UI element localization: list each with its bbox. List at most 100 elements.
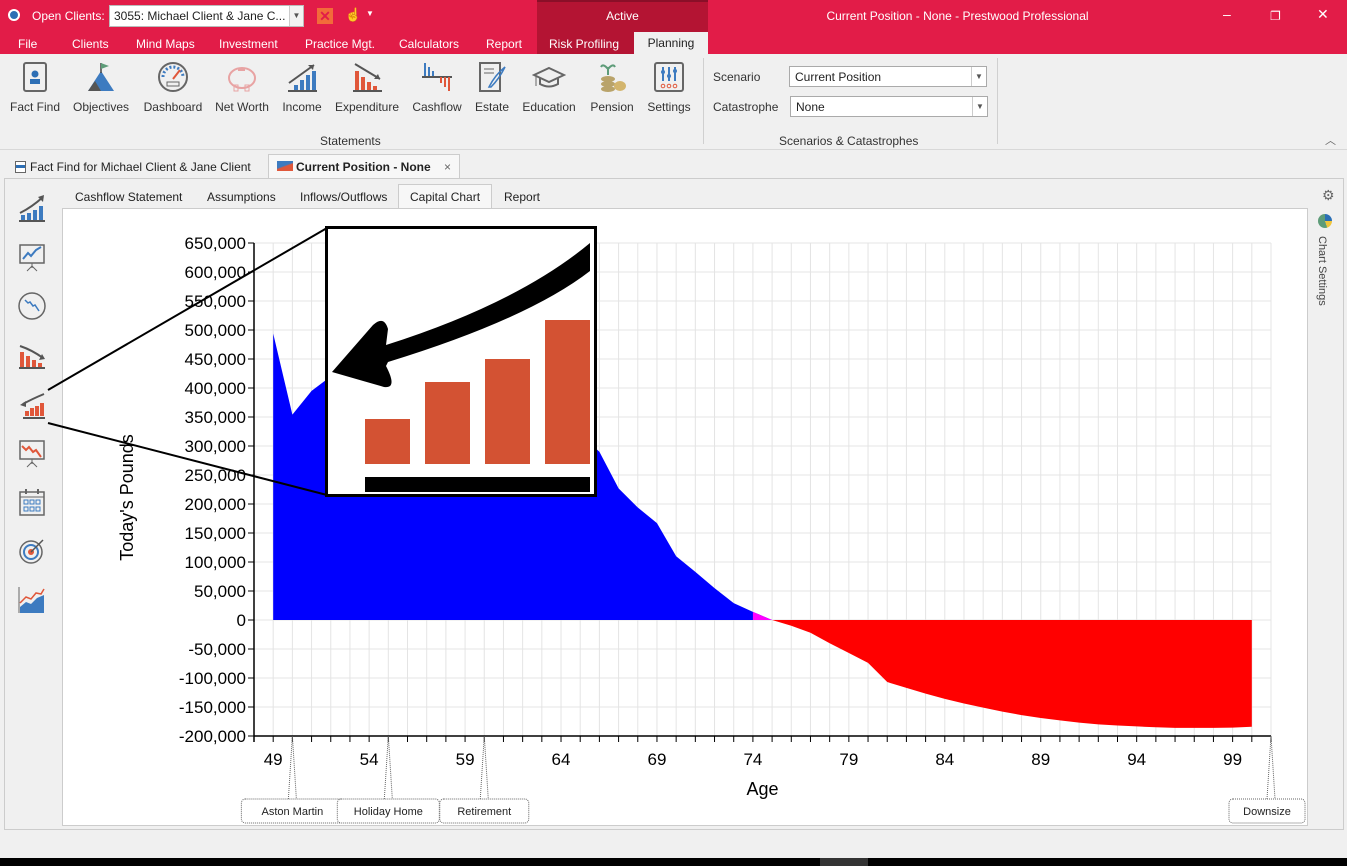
presentation-growth-icon[interactable]: [14, 239, 50, 275]
x-tick-label: 54: [360, 750, 379, 769]
chevron-down-icon[interactable]: ▼: [971, 67, 986, 86]
education-button[interactable]: Education: [518, 58, 580, 114]
no-trend-circle-icon[interactable]: [14, 288, 50, 324]
annotation-label: Downsize: [1243, 806, 1291, 818]
y-tick-label: 50,000: [194, 582, 246, 601]
active-context-label: Active: [537, 0, 708, 32]
annotation-label: Holiday Home: [354, 806, 423, 818]
income-chart-icon: [288, 64, 317, 92]
scenario-select[interactable]: Current Position ▼: [789, 66, 987, 87]
y-tick-label: 100,000: [185, 553, 246, 572]
estate-button[interactable]: Estate: [472, 58, 512, 114]
presentation-decline-icon[interactable]: [14, 435, 50, 471]
capital-chart-back-arrow-icon[interactable]: [14, 386, 50, 422]
menu-mind-maps[interactable]: Mind Maps: [136, 37, 195, 51]
catastrophe-value: None: [796, 100, 825, 114]
menu-calculators[interactable]: Calculators: [399, 37, 459, 51]
coins-plant-icon: [600, 64, 626, 92]
transition-area: [752, 611, 773, 620]
net-worth-label: Net Worth: [215, 100, 269, 114]
menu-planning[interactable]: Planning: [634, 32, 708, 54]
tab-fact-find[interactable]: Fact Find for Michael Client & Jane Clie…: [6, 154, 260, 179]
app-logo-icon: [8, 9, 20, 21]
menu-file[interactable]: File: [18, 37, 37, 51]
x-tick-label: 79: [839, 750, 858, 769]
speedometer-icon: [158, 62, 188, 92]
y-tick-label: 300,000: [185, 437, 246, 456]
tab-current-position[interactable]: Current Position - None ×: [268, 154, 461, 179]
pension-button[interactable]: Pension: [586, 58, 638, 114]
expenditure-button[interactable]: Expenditure: [334, 58, 400, 114]
y-tick-label: 200,000: [185, 495, 246, 514]
piggy-bank-icon: [228, 67, 256, 92]
x-tick-label: 84: [935, 750, 954, 769]
chevron-down-icon[interactable]: ▼: [366, 9, 374, 18]
y-tick-label: 400,000: [185, 379, 246, 398]
income-button[interactable]: Income: [278, 58, 326, 114]
chevron-down-icon[interactable]: ▼: [289, 6, 303, 26]
dashboard-button[interactable]: Dashboard: [140, 58, 206, 114]
y-tick-label: 650,000: [185, 234, 246, 253]
growth-chart-icon[interactable]: [14, 190, 50, 226]
calendar-grid-icon[interactable]: [14, 484, 50, 520]
subtab-assumptions[interactable]: Assumptions: [195, 184, 288, 208]
x-tick-label: 64: [552, 750, 571, 769]
target-icon[interactable]: [14, 533, 50, 569]
menu-clients[interactable]: Clients: [72, 37, 109, 51]
chart-settings-toggle[interactable]: Chart Settings: [1316, 236, 1328, 306]
pie-chart-icon[interactable]: [1318, 214, 1332, 228]
minimize-button[interactable]: –: [1223, 6, 1231, 22]
close-window-button[interactable]: ✕: [1317, 6, 1329, 23]
cashflow-button[interactable]: Cashflow: [408, 58, 466, 114]
declining-bars-icon[interactable]: [14, 337, 50, 373]
scenario-label: Scenario: [713, 70, 761, 84]
catastrophe-select[interactable]: None ▼: [790, 96, 988, 117]
y-axis-title: Today's Pounds: [117, 434, 137, 561]
subtab-report[interactable]: Report: [492, 184, 552, 208]
title-bar: Open Clients: 3055: Michael Client & Jan…: [0, 0, 1347, 32]
estate-label: Estate: [474, 100, 510, 114]
x-tick-label: 94: [1127, 750, 1146, 769]
close-client-icon[interactable]: ✕: [317, 8, 333, 24]
net-worth-button[interactable]: Net Worth: [214, 58, 270, 114]
tab-current-position-label: Current Position - None: [296, 160, 431, 174]
taskbar: [0, 858, 1347, 866]
hand-pointer-icon[interactable]: ☝: [345, 7, 361, 23]
collapse-ribbon-icon[interactable]: ︿: [1325, 132, 1336, 148]
gear-icon[interactable]: ⚙: [1322, 187, 1335, 204]
menu-investment[interactable]: Investment: [219, 37, 278, 51]
subtab-cashflow-statement[interactable]: Cashflow Statement: [63, 184, 194, 208]
x-tick-label: 99: [1223, 750, 1242, 769]
scenarios-group-label: Scenarios & Catastrophes: [779, 134, 919, 148]
open-clients-label: Open Clients:: [32, 9, 105, 23]
menu-risk-profiling[interactable]: Risk Profiling: [549, 37, 619, 51]
subtab-inflows-outflows[interactable]: Inflows/Outflows: [288, 184, 399, 208]
objectives-button[interactable]: Objectives: [70, 58, 132, 114]
document-tabs: Fact Find for Michael Client & Jane Clie…: [0, 154, 1347, 179]
y-tick-label: 250,000: [185, 466, 246, 485]
income-label: Income: [282, 100, 322, 114]
annotation-pointer: [287, 735, 297, 800]
subtab-capital-chart[interactable]: Capital Chart: [398, 184, 493, 208]
restore-button[interactable]: ❐: [1270, 9, 1281, 23]
statements-group-label: Statements: [320, 134, 381, 148]
y-tick-label: -150,000: [179, 698, 246, 717]
x-tick-label: 49: [264, 750, 283, 769]
close-tab-icon[interactable]: ×: [444, 160, 451, 174]
negative-capital-area: [273, 620, 1252, 728]
open-client-select[interactable]: 3055: Michael Client & Jane C... ▼: [109, 5, 304, 27]
menu-bar: File Clients Mind Maps Investment Practi…: [0, 32, 1347, 54]
sliders-icon: [654, 62, 684, 92]
menu-practice-mgt[interactable]: Practice Mgt.: [305, 37, 375, 51]
chevron-down-icon[interactable]: ▼: [972, 97, 987, 116]
estate-document-icon: [479, 62, 506, 92]
annotation-label: Retirement: [457, 806, 511, 818]
capital-chart-back-arrow-icon: [332, 243, 590, 492]
fact-find-button[interactable]: Fact Find: [8, 58, 62, 114]
y-tick-label: 350,000: [185, 408, 246, 427]
area-chart-icon[interactable]: [14, 582, 50, 618]
settings-button[interactable]: Settings: [644, 58, 694, 114]
settings-label: Settings: [647, 100, 691, 114]
menu-report[interactable]: Report: [486, 37, 522, 51]
cashflow-chart-icon: [422, 63, 452, 91]
